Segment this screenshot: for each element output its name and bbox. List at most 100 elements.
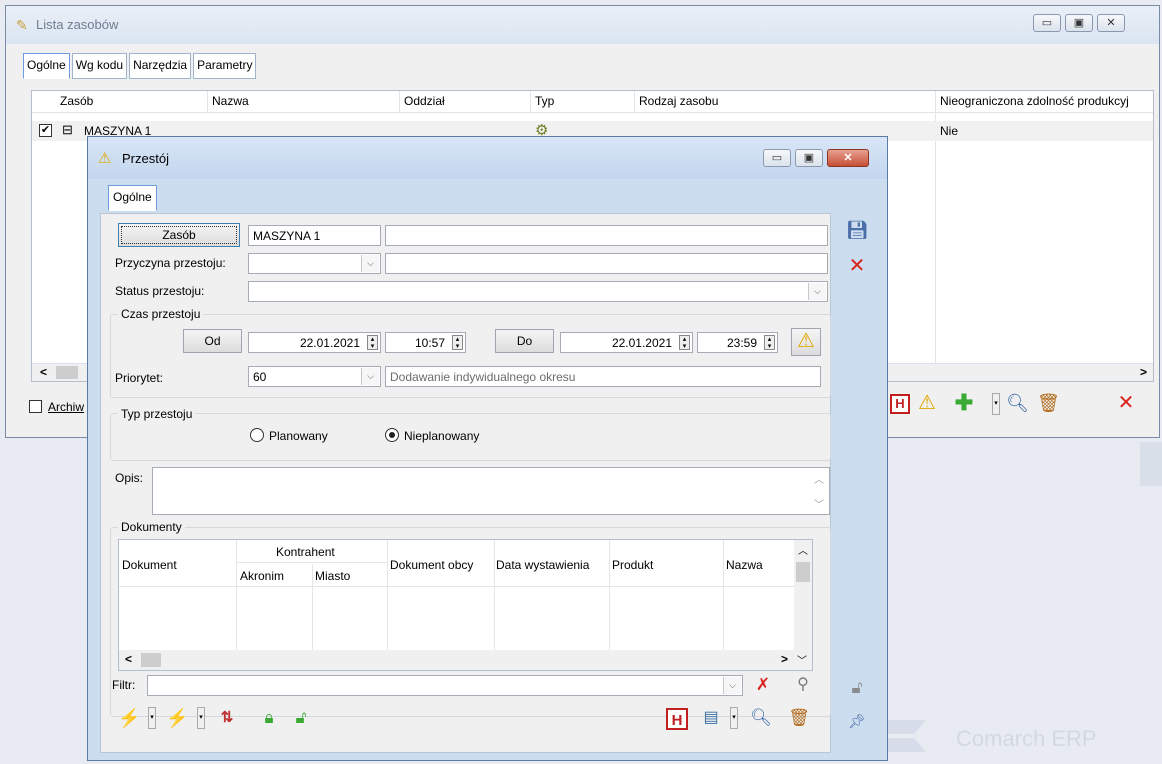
pin-icon[interactable]: 📌︎ bbox=[846, 710, 868, 732]
przyczyna-select[interactable]: ⌵ bbox=[248, 253, 381, 274]
scroll-thumb[interactable] bbox=[56, 366, 78, 379]
scroll-right-icon[interactable]: > bbox=[781, 652, 788, 666]
search-icon[interactable]: 🔍︎ bbox=[1006, 392, 1029, 414]
col-nazwa[interactable]: Nazwa bbox=[726, 558, 763, 572]
col-miasto[interactable]: Miasto bbox=[315, 569, 350, 583]
spinner-icon[interactable]: ▴ ▾ bbox=[452, 335, 463, 350]
col-nieograniczona[interactable]: Nieograniczona zdolność produkcyj bbox=[940, 94, 1153, 108]
od-date-field[interactable]: 22.01.2021 ▴ ▾ bbox=[248, 332, 381, 353]
cancel-x-icon[interactable]: ✕ bbox=[846, 255, 868, 277]
lock-open-icon[interactable]: 🔓︎ bbox=[290, 707, 312, 729]
background-panel bbox=[1140, 442, 1162, 486]
col-rodzaj[interactable]: Rodzaj zasobu bbox=[639, 94, 718, 108]
do-date-field[interactable]: 22.01.2021 ▴ ▾ bbox=[560, 332, 693, 353]
filter-builder-icon[interactable]: ⚲ bbox=[792, 674, 814, 696]
clear-filter-icon[interactable]: ✗ bbox=[752, 674, 774, 696]
sort-arrows-icon[interactable]: ⇅ bbox=[216, 707, 238, 729]
col-dokument[interactable]: Dokument bbox=[122, 558, 177, 572]
od-button[interactable]: Od bbox=[183, 329, 242, 353]
tab-narzedzia[interactable]: Narzędzia bbox=[129, 53, 192, 79]
dialog-maximize-button[interactable]: ▣ bbox=[795, 149, 823, 167]
tab-ogolne[interactable]: Ogólne bbox=[23, 53, 70, 79]
add-dropdown-icon[interactable]: ▾ bbox=[992, 393, 1000, 415]
minimize-icon: ▭ bbox=[1041, 17, 1053, 29]
search-icon[interactable]: 🔍︎ bbox=[750, 707, 772, 729]
radio-nieplanowany[interactable] bbox=[385, 428, 399, 442]
scroll-down-icon[interactable]: ﹀ bbox=[814, 496, 824, 511]
col-dokument-obcy[interactable]: Dokument obcy bbox=[390, 558, 473, 572]
warning-icon[interactable]: ⚠ bbox=[916, 392, 938, 414]
do-time-field[interactable]: 23:59 ▴ ▾ bbox=[697, 332, 778, 353]
lightning-orange-icon[interactable]: ⚡ bbox=[118, 707, 140, 729]
priorytet-select[interactable]: 60 ⌵ bbox=[248, 366, 381, 387]
lightning-green-icon[interactable]: ⚡ bbox=[166, 707, 188, 729]
delete-icon[interactable]: 🗑︎ bbox=[788, 707, 810, 729]
scroll-left-icon[interactable]: < bbox=[125, 652, 132, 666]
vertical-scrollbar[interactable]: ︿ bbox=[794, 540, 812, 652]
scroll-up-icon[interactable]: ︿ bbox=[798, 542, 808, 557]
chart-icon[interactable]: ▤ bbox=[700, 707, 722, 729]
chevron-down-icon[interactable]: ⌵ bbox=[723, 677, 741, 694]
delete-icon[interactable]: 🗑︎ bbox=[1037, 392, 1060, 414]
history-icon[interactable]: H bbox=[890, 394, 910, 414]
col-akronim[interactable]: Akronim bbox=[240, 569, 284, 583]
radio-planowany-label[interactable]: Planowany bbox=[269, 429, 328, 443]
close-button[interactable]: ✕ bbox=[1097, 14, 1125, 32]
chevron-down-icon[interactable]: ⌵ bbox=[361, 368, 379, 385]
scroll-thumb[interactable] bbox=[796, 562, 810, 582]
row-checkbox[interactable]: ✔ bbox=[39, 124, 52, 137]
close-x-icon[interactable]: ✕ bbox=[1115, 392, 1137, 414]
do-button[interactable]: Do bbox=[495, 329, 554, 353]
scroll-right-icon[interactable]: > bbox=[1140, 365, 1147, 379]
col-kontrahent[interactable]: Kontrahent bbox=[276, 545, 335, 559]
tree-collapse-icon[interactable]: ⊟ bbox=[62, 122, 73, 138]
archive-checkbox[interactable] bbox=[29, 400, 42, 413]
col-oddzial[interactable]: Oddział bbox=[404, 94, 445, 108]
save-floppy-icon[interactable]: 💾︎ bbox=[846, 219, 869, 241]
spinner-icon[interactable]: ▴ ▾ bbox=[679, 335, 690, 350]
spinner-icon[interactable]: ▴ ▾ bbox=[367, 335, 378, 350]
scroll-down-icon[interactable]: ﹀ bbox=[797, 652, 807, 667]
scroll-left-icon[interactable]: < bbox=[40, 365, 47, 379]
przyczyna-desc-field[interactable] bbox=[385, 253, 828, 274]
opis-textarea[interactable]: ︿ ﹀ bbox=[152, 467, 830, 515]
dropdown-icon[interactable]: ▾ bbox=[197, 707, 205, 729]
col-produkt[interactable]: Produkt bbox=[612, 558, 653, 572]
priorytet-value: 60 bbox=[253, 370, 267, 384]
spinner-icon[interactable]: ▴ ▾ bbox=[764, 335, 775, 350]
horizontal-scrollbar[interactable]: < > ﹀ bbox=[119, 650, 812, 670]
lock-closed-icon[interactable]: 🔒︎ bbox=[258, 707, 280, 729]
radio-planowany[interactable] bbox=[250, 428, 264, 442]
scroll-thumb[interactable] bbox=[141, 653, 161, 667]
history-icon[interactable]: H bbox=[666, 708, 688, 730]
zasob-field[interactable]: MASZYNA 1 bbox=[248, 225, 381, 246]
opis-label: Opis: bbox=[115, 471, 144, 485]
tab-wg-kodu[interactable]: Wg kodu bbox=[71, 53, 128, 79]
warning-icon: ⚠ bbox=[797, 330, 815, 352]
tab-parametry[interactable]: Parametry bbox=[193, 53, 257, 79]
col-zasob[interactable]: Zasób bbox=[60, 94, 93, 108]
minimize-button[interactable]: ▭ bbox=[1033, 14, 1061, 32]
dialog-close-button[interactable]: ✕ bbox=[827, 149, 869, 167]
dialog-titlebar: ⚠ Przestój ▭ ▣ ✕ bbox=[88, 137, 887, 179]
od-time-field[interactable]: 10:57 ▴ ▾ bbox=[385, 332, 466, 353]
warning-button[interactable]: ⚠ bbox=[791, 328, 821, 356]
chevron-down-icon[interactable]: ⌵ bbox=[361, 255, 379, 272]
zasob-button[interactable]: Zasób bbox=[118, 223, 240, 247]
status-select[interactable]: ⌵ bbox=[248, 281, 828, 302]
unlock-icon[interactable]: 🔓︎ bbox=[846, 677, 868, 699]
dialog-tab-ogolne[interactable]: Ogólne bbox=[108, 185, 157, 211]
col-typ[interactable]: Typ bbox=[535, 94, 554, 108]
chevron-down-icon[interactable]: ⌵ bbox=[808, 283, 826, 300]
maximize-button[interactable]: ▣ bbox=[1065, 14, 1093, 32]
scroll-up-icon[interactable]: ︿ bbox=[814, 471, 824, 486]
dropdown-icon[interactable]: ▾ bbox=[730, 707, 738, 729]
col-nazwa[interactable]: Nazwa bbox=[212, 94, 249, 108]
dialog-minimize-button[interactable]: ▭ bbox=[763, 149, 791, 167]
zasob-name-field[interactable] bbox=[385, 225, 828, 246]
dropdown-icon[interactable]: ▾ bbox=[148, 707, 156, 729]
add-icon[interactable]: ✚ bbox=[953, 392, 975, 414]
radio-nieplanowany-label[interactable]: Nieplanowany bbox=[404, 429, 479, 443]
col-data-wystawienia[interactable]: Data wystawienia bbox=[496, 558, 589, 572]
filtr-select[interactable]: ⌵ bbox=[147, 675, 743, 696]
